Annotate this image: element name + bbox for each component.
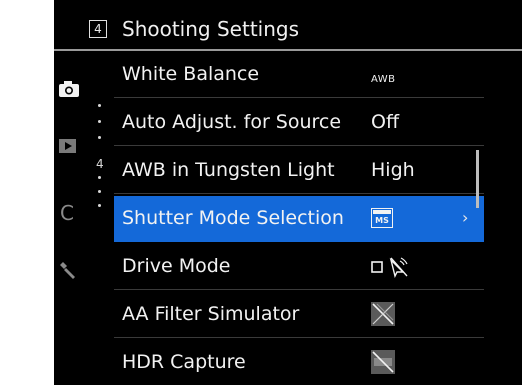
menu-row-label: AA Filter Simulator bbox=[122, 303, 300, 325]
custom-icon[interactable]: C bbox=[60, 202, 74, 224]
row-divider bbox=[114, 289, 484, 290]
menu-row-value: High bbox=[371, 159, 415, 181]
menu-row-auto-adjust[interactable]: Auto Adjust. for Source Off bbox=[114, 100, 484, 146]
scrollbar-thumb[interactable] bbox=[476, 150, 479, 208]
menu-row-awb-tungsten[interactable]: AWB in Tungsten Light High bbox=[114, 148, 484, 194]
row-divider bbox=[114, 97, 484, 98]
ms-text: MS bbox=[375, 216, 389, 225]
menu-row-label: Auto Adjust. for Source bbox=[122, 111, 342, 133]
menu-row-white-balance[interactable]: White Balance AWB bbox=[114, 52, 484, 98]
chevron-right-icon: › bbox=[462, 208, 469, 227]
menu-row-hdr-capture[interactable]: HDR Capture bbox=[114, 340, 484, 385]
hdr-off-icon bbox=[371, 350, 395, 378]
menu-row-value: Off bbox=[371, 111, 400, 133]
page-dot bbox=[98, 104, 101, 107]
menu-row-label: HDR Capture bbox=[122, 351, 246, 373]
menu-row-value: AWB bbox=[371, 74, 396, 85]
menu-row-shutter-mode[interactable]: Shutter Mode Selection MS › bbox=[114, 196, 484, 242]
menu-row-aa-filter[interactable]: AA Filter Simulator bbox=[114, 292, 484, 338]
menu-header: 4 Shooting Settings bbox=[54, 0, 522, 51]
sub-page-number: 4 bbox=[96, 157, 104, 171]
page-dot bbox=[98, 136, 101, 139]
aa-filter-off-icon bbox=[371, 302, 395, 330]
camera-menu-screen: 4 Shooting Settings C 4 White Balance AW… bbox=[54, 0, 522, 385]
wrench-icon[interactable] bbox=[58, 260, 78, 284]
row-divider bbox=[114, 145, 484, 146]
single-shot-remote-off-icon bbox=[371, 256, 411, 282]
menu-tab-sidebar: C 4 bbox=[54, 52, 114, 385]
page-dot bbox=[98, 190, 101, 193]
page-dot bbox=[98, 176, 101, 179]
menu-row-label: Drive Mode bbox=[122, 255, 231, 277]
header-divider bbox=[54, 49, 522, 51]
page-dot bbox=[98, 120, 101, 123]
row-divider bbox=[114, 337, 484, 338]
menu-row-label: AWB in Tungsten Light bbox=[122, 159, 335, 181]
page-title: Shooting Settings bbox=[122, 17, 300, 41]
shutter-mode-ms-icon: MS bbox=[371, 208, 393, 232]
menu-row-drive-mode[interactable]: Drive Mode bbox=[114, 244, 484, 290]
row-divider bbox=[114, 193, 484, 194]
page-dot bbox=[98, 204, 101, 207]
camera-icon[interactable] bbox=[58, 80, 80, 102]
menu-row-label: Shutter Mode Selection bbox=[122, 207, 344, 229]
playback-icon[interactable] bbox=[58, 138, 78, 158]
page-number-badge: 4 bbox=[89, 20, 107, 38]
menu-row-label: White Balance bbox=[122, 63, 260, 85]
